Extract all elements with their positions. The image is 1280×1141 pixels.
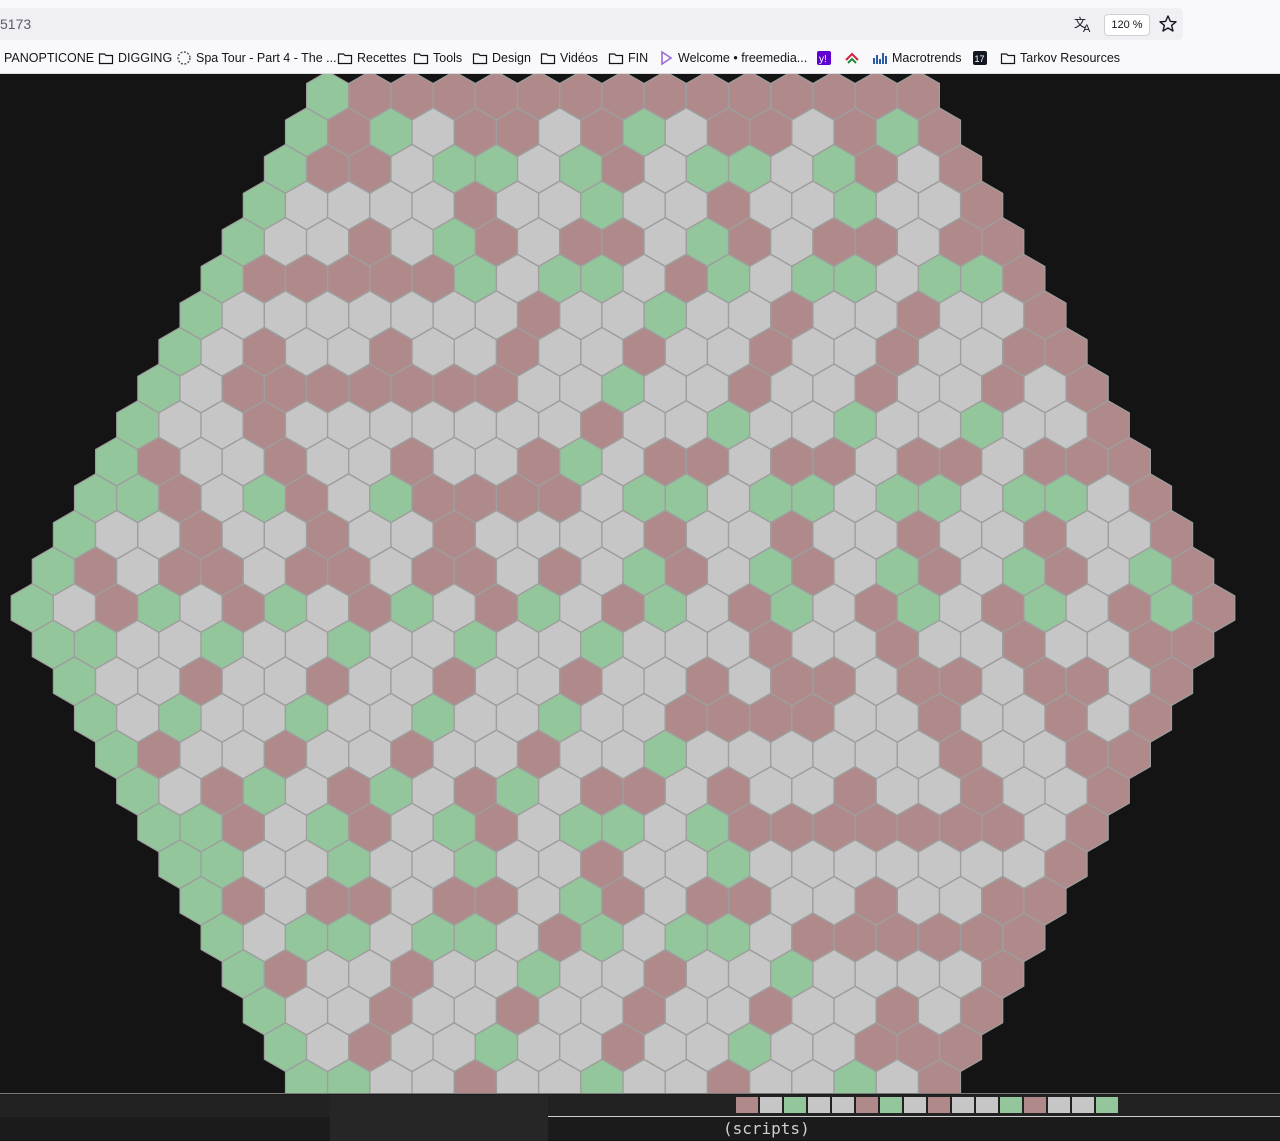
svg-text:y!: y! [819,54,827,65]
bookmark-item[interactable]: Tarkov Resources [1000,47,1120,69]
bookmark-label: Vidéos [560,51,598,65]
bookmark-label: PANOPTICONE [4,51,95,65]
bookmark-label: Tarkov Resources [1020,51,1121,65]
bookmark-item[interactable]: y! [816,47,832,69]
preview-cell [808,1097,830,1113]
browser-toolbar: 5173 文 A 120 % PANOPTICONE DIGGING Spa Tou… [0,0,1280,74]
bars-favicon-icon [873,53,887,64]
url-text[interactable]: 5173 [0,16,31,32]
svg-text:17: 17 [975,54,985,64]
preview-cell [736,1097,758,1113]
devtools-divider [548,1116,1280,1117]
preview-cell [976,1097,998,1113]
folder-icon [472,53,488,65]
bookmark-item[interactable]: Tools [413,47,462,69]
folder-icon [540,53,556,65]
preview-cell [880,1097,902,1113]
preview-cell [952,1097,974,1113]
bookmark-label: Welcome • freemedia... [678,51,808,65]
bookmark-item[interactable]: Welcome • freemedia... [658,47,807,69]
bookmark-item[interactable]: Recettes [337,47,406,69]
preview-cell [1000,1097,1022,1113]
bookmark-item[interactable]: DIGGING [98,47,172,69]
url-bar[interactable]: 5173 文 A 120 % [0,8,1183,40]
folder-icon [413,53,429,65]
play-favicon-icon [661,50,673,66]
bookmark-label: Recettes [357,51,407,65]
bookmark-item[interactable]: Macrotrends [872,47,961,69]
bookmark-label: FIN [628,51,649,65]
preview-cell [1096,1097,1118,1113]
bookmark-item[interactable]: Spa Tour - Part 4 - The ... [176,47,337,69]
zoom-level-button[interactable]: 120 % [1104,14,1150,36]
bookmark-label: Tools [433,51,463,65]
preview-cell [856,1097,878,1113]
svg-text:A: A [1083,23,1091,34]
bookmark-item[interactable]: Vidéos [540,47,598,69]
hex-board-preview [736,1097,1118,1113]
preview-cell [928,1097,950,1113]
bookmark-label: Macrotrends [892,51,962,65]
bookmark-item[interactable]: FIN [608,47,648,69]
chevron-favicon-icon [845,52,859,64]
preview-cell [1024,1097,1046,1113]
translate-icon[interactable]: 文 A [1073,14,1093,34]
scripts-label: (scripts) [723,1119,810,1138]
preview-cell [904,1097,926,1113]
preview-cell [760,1097,782,1113]
preview-cell [784,1097,806,1113]
bookmark-label: DIGGING [118,51,173,65]
bookmark-star-icon[interactable] [1158,14,1178,34]
site-favicon-icon [177,51,191,65]
tv-favicon-icon: 17 [973,51,987,65]
folder-icon [608,53,624,65]
preview-cell [1072,1097,1094,1113]
hex-grid[interactable] [0,74,1280,1093]
bookmark-label: Design [492,51,531,65]
devtools-side-panel [330,1095,548,1141]
preview-cell [832,1097,854,1113]
folder-icon [1000,53,1016,65]
bookmarks-bar: PANOPTICONE DIGGING Spa Tour - Part 4 - Th… [0,47,1280,69]
bookmark-item[interactable]: 17 [972,47,988,69]
preview-cell [1048,1097,1070,1113]
folder-icon [98,53,114,65]
bookmark-item[interactable]: PANOPTICONE [4,47,94,69]
bookmark-item[interactable] [844,47,860,69]
bookmark-label: Spa Tour - Part 4 - The ... [196,51,337,65]
bookmark-item[interactable]: Design [472,47,531,69]
folder-icon [337,53,353,65]
devtools-panel: (scripts) [0,1093,1280,1141]
hex-board-canvas[interactable] [0,74,1280,1093]
yahoo-favicon-icon: y! [817,51,831,65]
